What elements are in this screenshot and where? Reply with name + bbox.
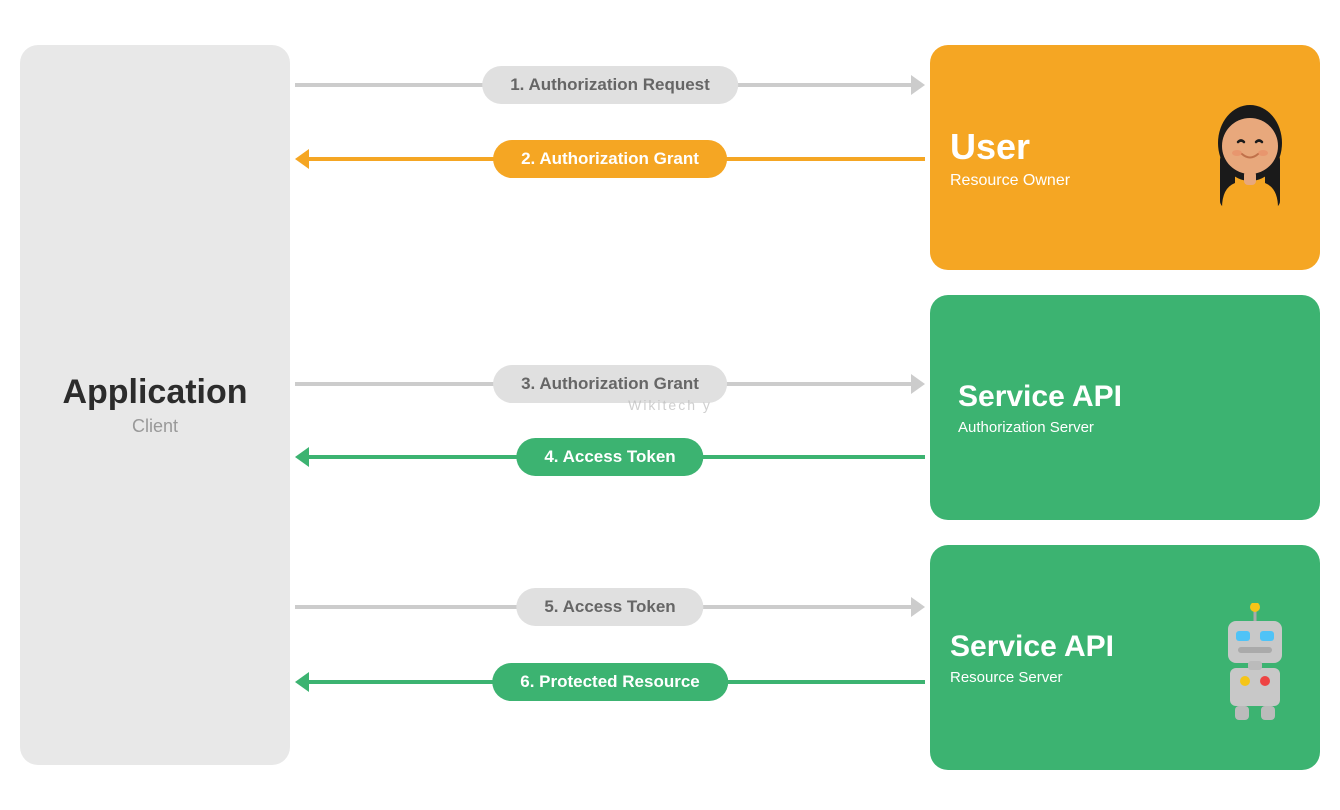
client-subtitle: Client — [132, 416, 178, 437]
user-box-text: User Resource Owner — [950, 126, 1070, 190]
robot-avatar — [1210, 603, 1300, 713]
arrow2-container: 2. Authorization Grant — [295, 132, 925, 186]
arrow2-label: 2. Authorization Grant — [493, 140, 727, 178]
arrow4-label: 4. Access Token — [516, 438, 703, 476]
client-box: Application Client — [20, 45, 290, 765]
arrow1-container: 1. Authorization Request — [295, 58, 925, 112]
service-auth-subtitle: Authorization Server — [958, 419, 1122, 436]
arrow1-label: 1. Authorization Request — [482, 66, 738, 104]
arrow3-container: 3. Authorization Grant — [295, 357, 925, 411]
service-resource-title: Service API — [950, 630, 1114, 664]
arrow4-container: 4. Access Token — [295, 430, 925, 484]
arrow5-label: 5. Access Token — [516, 588, 703, 626]
arrow6-label: 6. Protected Resource — [492, 663, 728, 701]
client-title: Application — [62, 373, 247, 412]
service-resource-text: Service API Resource Server — [950, 630, 1114, 686]
arrow5-container: 5. Access Token — [295, 580, 925, 634]
user-avatar — [1200, 98, 1300, 218]
service-auth-box: Service API Authorization Server — [930, 295, 1320, 520]
watermark: Wikitech y — [628, 397, 712, 413]
service-resource-subtitle: Resource Server — [950, 669, 1114, 686]
user-title: User — [950, 126, 1070, 168]
user-box: User Resource Owner — [930, 45, 1320, 270]
diagram-layout: Application Client User Resource Owner — [0, 0, 1340, 810]
user-subtitle: Resource Owner — [950, 172, 1070, 190]
service-auth-title: Service API — [958, 380, 1122, 414]
service-auth-text: Service API Authorization Server — [958, 380, 1122, 436]
arrow6-container: 6. Protected Resource — [295, 655, 925, 709]
service-resource-box: Service API Resource Server — [930, 545, 1320, 770]
